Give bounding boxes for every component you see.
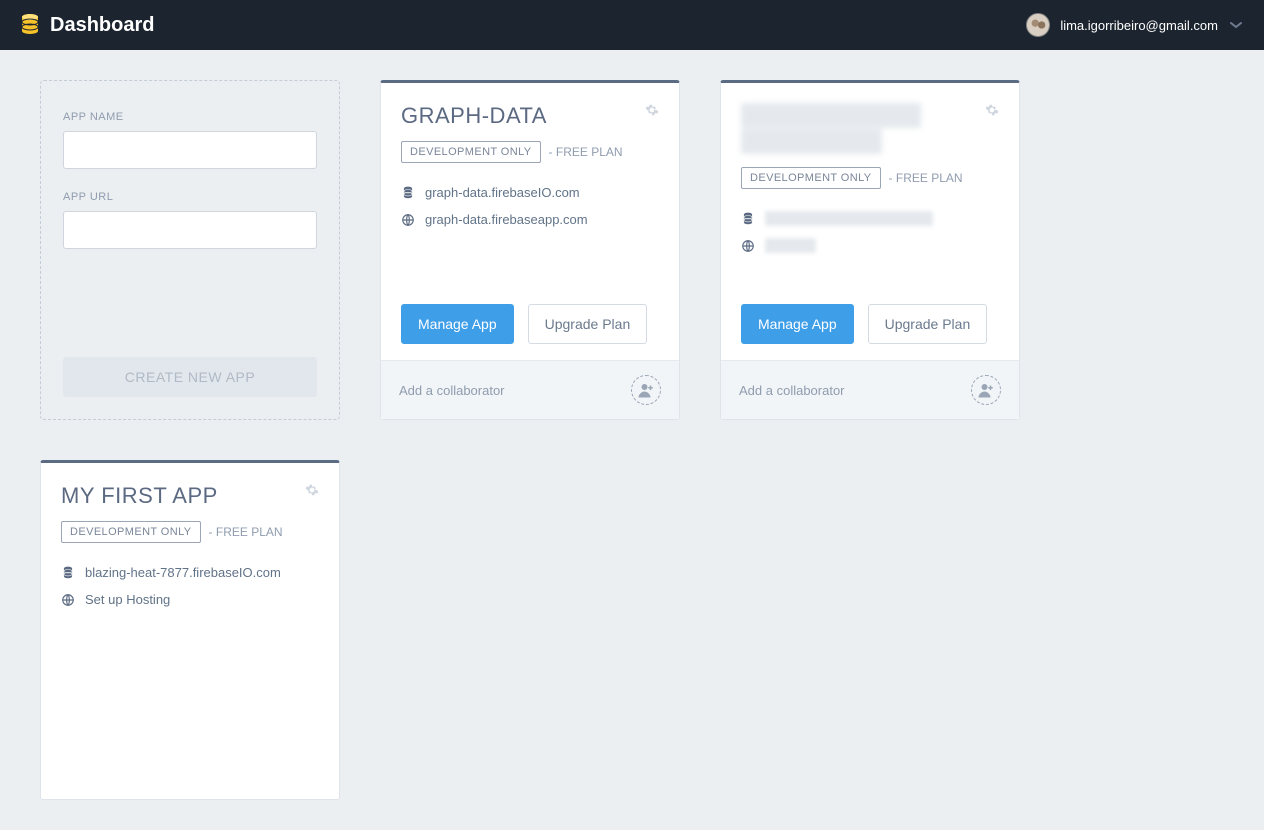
create-new-app-button[interactable]: CREATE NEW APP bbox=[63, 357, 317, 397]
database-icon bbox=[401, 186, 415, 200]
db-url: graph-data.firebaseIO.com bbox=[425, 185, 580, 200]
dev-only-badge: DEVELOPMENT ONLY bbox=[741, 167, 881, 189]
db-url-row[interactable]: blazing-heat-7877.firebaseIO.com bbox=[61, 565, 319, 580]
app-card-my-first-app: MY FIRST APP DEVELOPMENT ONLY - FREE PLA… bbox=[40, 460, 340, 800]
manage-app-button[interactable]: Manage App bbox=[401, 304, 514, 344]
add-collaborator-icon[interactable] bbox=[971, 375, 1001, 405]
app-title: REDACTED APP NAME LONG bbox=[741, 103, 985, 155]
database-icon bbox=[741, 212, 755, 226]
host-url: redacted bbox=[765, 238, 816, 253]
add-collaborator-link[interactable]: Add a collaborator bbox=[739, 383, 845, 398]
page-title: Dashboard bbox=[50, 14, 154, 37]
globe-icon bbox=[401, 213, 415, 227]
plan-text: - FREE PLAN bbox=[889, 171, 963, 185]
setup-hosting-row[interactable]: Set up Hosting bbox=[61, 592, 319, 607]
app-title: GRAPH-DATA bbox=[401, 103, 547, 129]
db-url-row[interactable]: graph-data.firebaseIO.com bbox=[401, 185, 659, 200]
gear-icon[interactable] bbox=[985, 103, 999, 117]
add-collaborator-link[interactable]: Add a collaborator bbox=[399, 383, 505, 398]
gear-icon[interactable] bbox=[645, 103, 659, 117]
app-url-label: APP URL bbox=[63, 191, 317, 203]
dashboard-grid: APP NAME APP URL CREATE NEW APP GRAPH-DA… bbox=[0, 50, 1264, 830]
top-header: Dashboard lima.igorribeiro@gmail.com bbox=[0, 0, 1264, 50]
user-email: lima.igorribeiro@gmail.com bbox=[1060, 18, 1218, 33]
db-url-row[interactable]: redacted-app.firebaseIO.com bbox=[741, 211, 999, 226]
setup-hosting-text: Set up Hosting bbox=[85, 592, 170, 607]
chevron-down-icon[interactable] bbox=[1228, 17, 1244, 33]
db-url: redacted-app.firebaseIO.com bbox=[765, 211, 933, 226]
plan-text: - FREE PLAN bbox=[549, 145, 623, 159]
dev-only-badge: DEVELOPMENT ONLY bbox=[61, 521, 201, 543]
database-icon bbox=[61, 566, 75, 580]
globe-icon bbox=[741, 239, 755, 253]
app-name-label: APP NAME bbox=[63, 111, 317, 123]
host-url-row[interactable]: graph-data.firebaseapp.com bbox=[401, 212, 659, 227]
firebase-logo-icon bbox=[20, 13, 40, 37]
app-title: MY FIRST APP bbox=[61, 483, 218, 509]
globe-icon bbox=[61, 593, 75, 607]
app-card-redacted: REDACTED APP NAME LONG DEVELOPMENT ONLY … bbox=[720, 80, 1020, 420]
gear-icon[interactable] bbox=[305, 483, 319, 497]
db-url: blazing-heat-7877.firebaseIO.com bbox=[85, 565, 281, 580]
app-url-input[interactable] bbox=[63, 211, 317, 249]
create-app-card: APP NAME APP URL CREATE NEW APP bbox=[40, 80, 340, 420]
dev-only-badge: DEVELOPMENT ONLY bbox=[401, 141, 541, 163]
user-avatar[interactable] bbox=[1026, 13, 1050, 37]
app-name-input[interactable] bbox=[63, 131, 317, 169]
add-collaborator-icon[interactable] bbox=[631, 375, 661, 405]
manage-app-button[interactable]: Manage App bbox=[741, 304, 854, 344]
app-card-graph-data: GRAPH-DATA DEVELOPMENT ONLY - FREE PLAN … bbox=[380, 80, 680, 420]
upgrade-plan-button[interactable]: Upgrade Plan bbox=[868, 304, 988, 344]
upgrade-plan-button[interactable]: Upgrade Plan bbox=[528, 304, 648, 344]
plan-text: - FREE PLAN bbox=[209, 525, 283, 539]
host-url-row[interactable]: redacted bbox=[741, 238, 999, 253]
host-url: graph-data.firebaseapp.com bbox=[425, 212, 588, 227]
